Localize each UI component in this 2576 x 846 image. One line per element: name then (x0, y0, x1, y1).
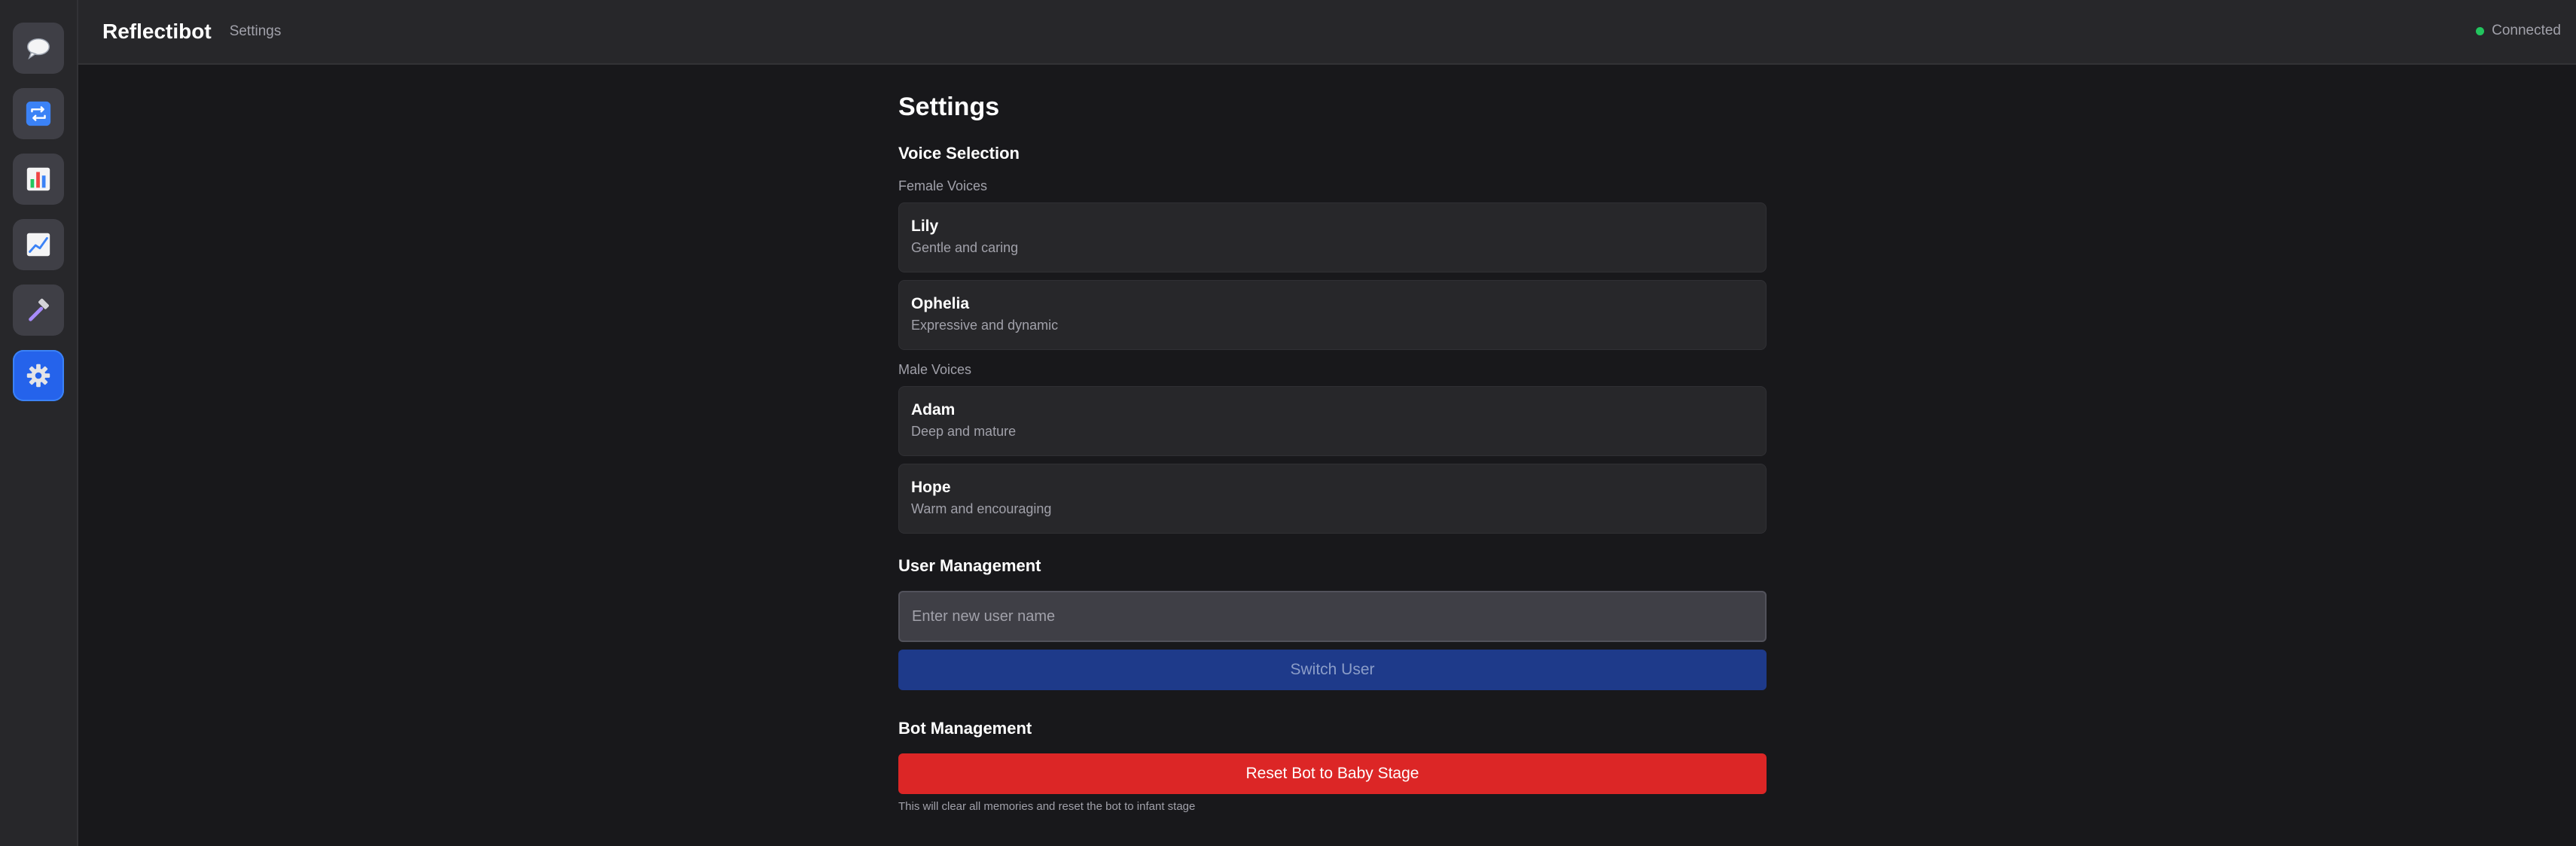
voice-name: Ophelia (911, 295, 970, 312)
voice-description: Deep and mature (911, 424, 1017, 439)
voice-name: Hope (911, 479, 951, 496)
gear-icon (26, 364, 50, 388)
page-title: Settings (898, 93, 1000, 121)
bot-section-title: Bot Management (898, 719, 1032, 738)
trend-chart-icon (26, 233, 50, 257)
speech-bubble-icon (27, 38, 50, 60)
nav-repeat-button[interactable] (13, 88, 64, 139)
breadcrumb: Settings (229, 23, 282, 39)
nav-trend-button[interactable] (13, 219, 64, 270)
voice-card-adam[interactable]: Adam Deep and mature (898, 386, 1767, 456)
voice-description: Expressive and dynamic (911, 318, 1059, 333)
connection-status: Connected (2476, 23, 2561, 39)
voice-card-lily[interactable]: Lily Gentle and caring (898, 202, 1767, 272)
sidebar (0, 0, 78, 846)
settings-panel: Settings Voice Selection Female Voices L… (898, 65, 1767, 813)
voice-name: Lily (911, 218, 939, 235)
status-dot-icon (2476, 26, 2485, 35)
nav-settings-button[interactable] (13, 350, 64, 401)
bar-chart-icon (26, 167, 50, 191)
voice-section-title: Voice Selection (898, 144, 1020, 163)
repeat-icon (26, 101, 51, 126)
male-voices-label: Male Voices (898, 362, 972, 377)
app-brand: Reflectibot (102, 20, 212, 43)
top-bar: Reflectibot Settings Connected (78, 0, 2576, 65)
voice-card-ophelia[interactable]: Ophelia Expressive and dynamic (898, 280, 1767, 350)
status-text: Connected (2492, 23, 2561, 38)
user-section-title: User Management (898, 556, 1041, 575)
reset-hint-text: This will clear all memories and reset t… (898, 800, 1196, 813)
voice-name: Adam (911, 401, 956, 418)
nav-bar-chart-button[interactable] (13, 154, 64, 205)
new-user-name-input[interactable] (898, 591, 1767, 642)
nav-tools-button[interactable] (13, 285, 64, 336)
voice-description: Warm and encouraging (911, 501, 1052, 516)
voice-card-hope[interactable]: Hope Warm and encouraging (898, 464, 1767, 534)
nav-chat-button[interactable] (13, 23, 64, 74)
voice-description: Gentle and caring (911, 240, 1019, 255)
hammer-icon (29, 298, 49, 321)
switch-user-button[interactable]: Switch User (898, 650, 1767, 690)
female-voices-label: Female Voices (898, 178, 988, 193)
reset-bot-button[interactable]: Reset Bot to Baby Stage (898, 753, 1767, 794)
